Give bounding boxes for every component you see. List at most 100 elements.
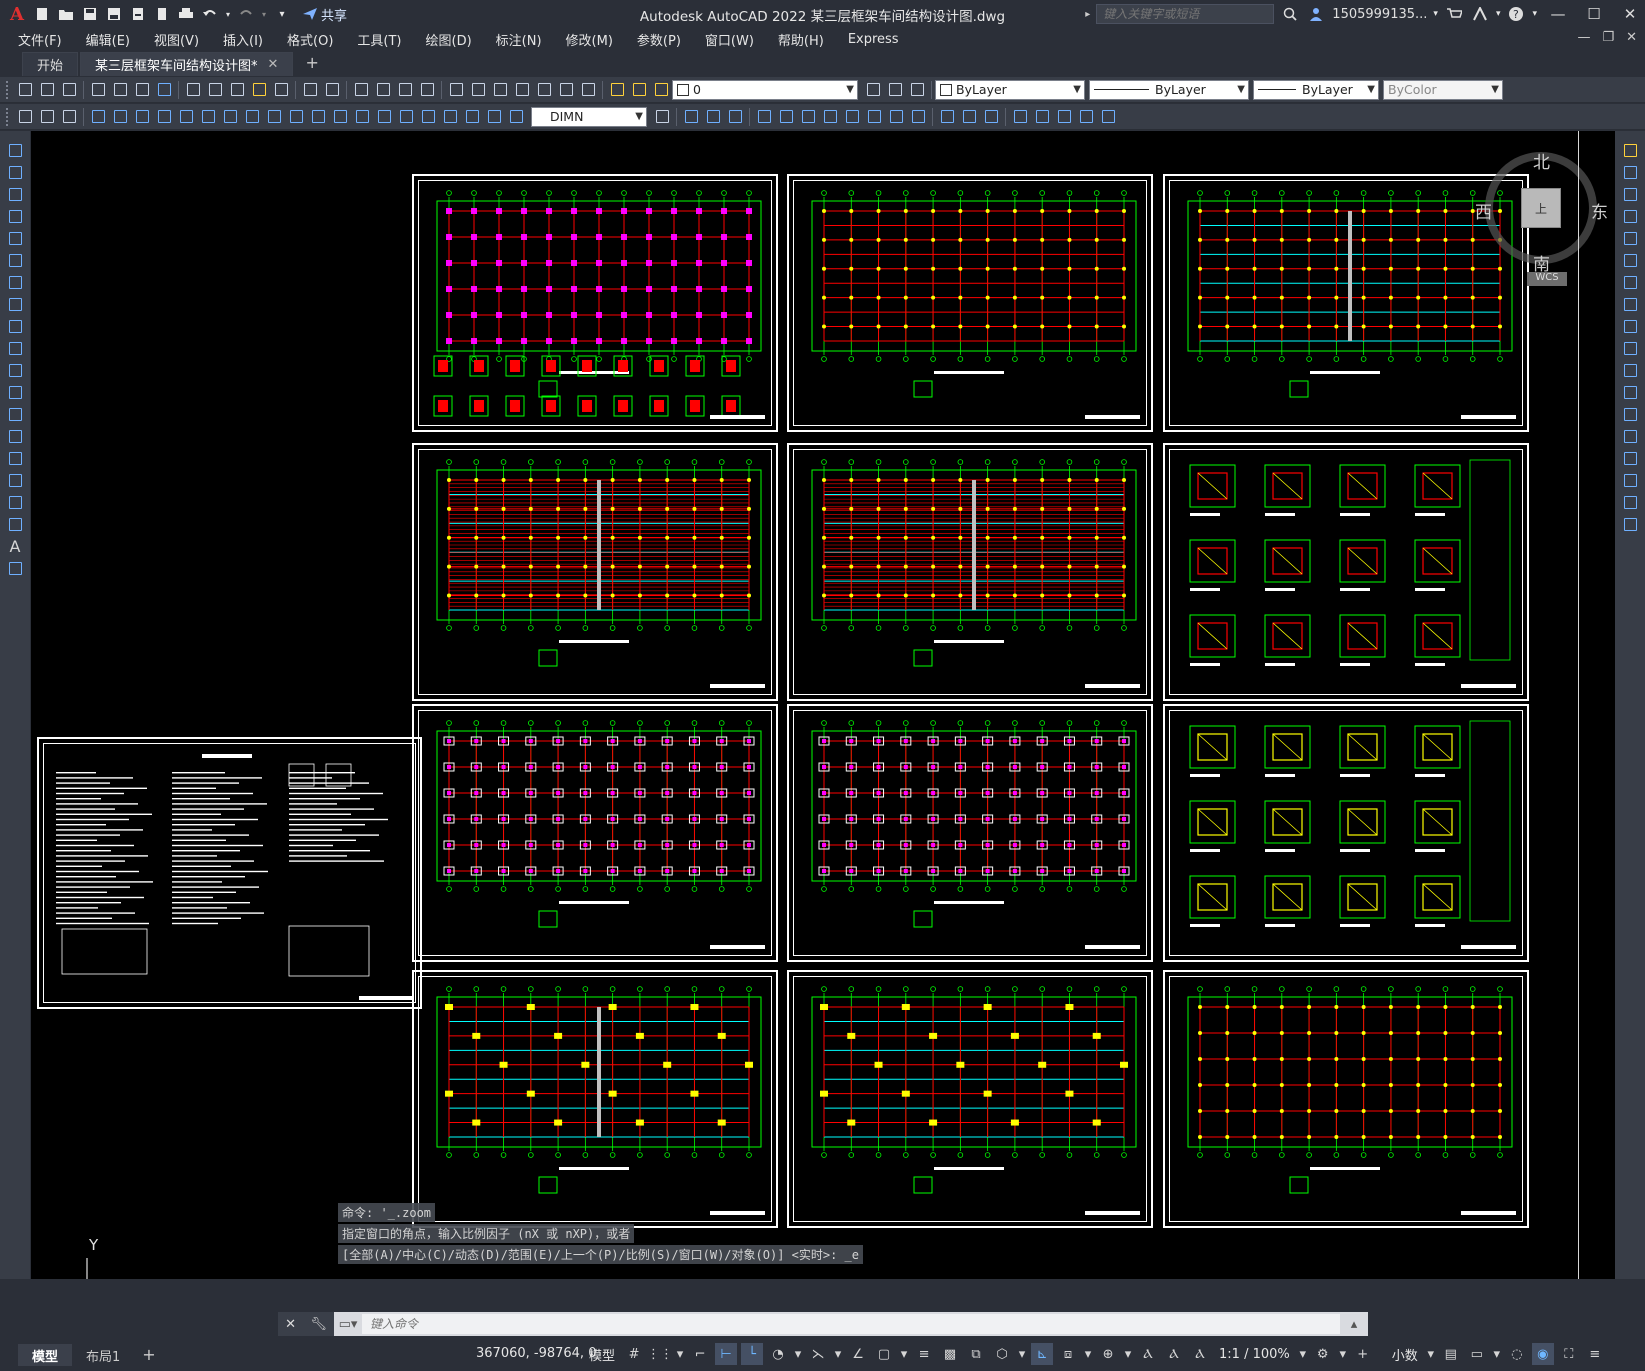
dim-space-icon[interactable] (330, 107, 350, 127)
dim-jogged-icon[interactable] (198, 107, 218, 127)
maximize-button[interactable]: ☐ (1579, 5, 1609, 23)
isodraft-dropdown-icon[interactable]: ▾ (833, 1343, 843, 1365)
rectangle-icon[interactable] (5, 228, 25, 248)
blend-icon[interactable] (1032, 107, 1052, 127)
qnew-icon[interactable] (15, 80, 35, 100)
polygon-icon[interactable] (5, 206, 25, 226)
drawing-sheet[interactable] (787, 174, 1153, 432)
help-icon[interactable]: ? (1506, 4, 1526, 24)
copy-icon[interactable] (205, 80, 225, 100)
right-trim-icon[interactable] (1620, 338, 1640, 358)
extend-icon[interactable] (908, 107, 928, 127)
dimstyle-manager-icon[interactable] (652, 107, 672, 127)
print-icon[interactable] (176, 4, 196, 24)
copy-object-icon[interactable] (703, 107, 723, 127)
3d-osnap-dropdown-icon[interactable]: ▾ (1017, 1343, 1027, 1365)
drawing-sheet[interactable] (412, 443, 778, 701)
layer-freeze-icon[interactable] (629, 80, 649, 100)
polar-icon[interactable]: ◔ (767, 1343, 789, 1365)
trim-icon[interactable] (886, 107, 906, 127)
model-space-toggle[interactable]: 模型 (585, 1345, 619, 1364)
layer-combo[interactable]: 0 ▼ (672, 79, 858, 100)
properties-icon[interactable] (446, 80, 466, 100)
explode-icon[interactable] (1054, 107, 1074, 127)
drawing-sheet[interactable] (412, 704, 778, 962)
plotstyle-combo[interactable]: ByColor ▼ (1383, 79, 1503, 100)
customization-icon[interactable]: ≡ (1584, 1343, 1606, 1365)
menu-draw[interactable]: 绘图(D) (426, 30, 472, 49)
menu-format[interactable]: 格式(O) (287, 30, 333, 49)
toolpalettes-icon[interactable] (490, 80, 510, 100)
close-button[interactable]: ✕ (1615, 5, 1645, 23)
ortho-icon[interactable]: └ (741, 1343, 764, 1365)
menu-help[interactable]: 帮助(H) (778, 30, 824, 49)
grid-icon[interactable]: # (623, 1343, 645, 1365)
ucs-menu[interactable]: WCS (1527, 272, 1567, 286)
menu-dimension[interactable]: 标注(N) (496, 30, 542, 49)
tab-start[interactable]: 开始 (22, 52, 79, 76)
toolbar-grip[interactable] (6, 107, 10, 126)
lock-ui-icon[interactable]: ▭ (1466, 1343, 1488, 1365)
right-copy-icon[interactable] (1620, 162, 1640, 182)
menu-tools[interactable]: 工具(T) (357, 30, 401, 49)
model-space-canvas[interactable]: 北 南 东 西 上 WCS Y X (31, 131, 1615, 1279)
autodesk-a360-icon[interactable] (1470, 4, 1490, 24)
save-icon[interactable] (80, 4, 100, 24)
toolbar-grip[interactable] (6, 80, 10, 99)
minimize-button[interactable]: — (1543, 5, 1573, 23)
jogged-linear-icon[interactable] (440, 107, 460, 127)
publish-icon[interactable] (128, 4, 148, 24)
right-move-icon[interactable] (1620, 250, 1640, 270)
toolbar-undo-icon[interactable] (300, 80, 320, 100)
command-close-icon[interactable]: ✕ (285, 1317, 296, 1332)
table-icon[interactable] (5, 514, 25, 534)
drawing-sheet-design-notes[interactable] (37, 737, 422, 1009)
make-current-icon[interactable] (885, 80, 905, 100)
layout-tab-model[interactable]: 模型 (18, 1343, 73, 1366)
break-icon[interactable] (937, 107, 957, 127)
tb2-tool-1-icon[interactable] (15, 107, 35, 127)
color-combo[interactable]: ByLayer ▼ (935, 79, 1085, 100)
right-explode-icon[interactable] (1620, 514, 1640, 534)
dim-arc-icon[interactable] (132, 107, 152, 127)
selection-filter-dropdown-icon[interactable]: ▾ (1083, 1343, 1093, 1365)
dim-ordinate-icon[interactable] (154, 107, 174, 127)
help-dropdown-icon[interactable]: ▾ (1532, 9, 1537, 19)
dimstyle-combo[interactable]: DIMN ▼ (531, 106, 647, 127)
3d-osnap-icon[interactable]: ⬡ (991, 1343, 1013, 1365)
search-expand-icon[interactable]: ▸ (1085, 9, 1090, 20)
tolerance-icon[interactable] (374, 107, 394, 127)
insert-block-icon[interactable] (5, 382, 25, 402)
construction-line-icon[interactable] (5, 162, 25, 182)
annotation-visibility-icon[interactable]: Ⲁ (1137, 1343, 1159, 1365)
chamfer-icon[interactable] (981, 107, 1001, 127)
designcenter-icon[interactable] (468, 80, 488, 100)
new-tab-button[interactable]: + (295, 53, 328, 76)
publish-toolbar-icon[interactable] (132, 80, 152, 100)
snap-icon[interactable]: ⋮⋮ (647, 1343, 673, 1365)
annotation-monitor-icon[interactable]: + (1352, 1343, 1374, 1365)
plot-icon[interactable] (88, 80, 108, 100)
make-block-icon[interactable] (5, 404, 25, 424)
erase-icon[interactable] (681, 107, 701, 127)
plot-preview-icon[interactable] (152, 4, 172, 24)
dim-break-icon[interactable] (352, 107, 372, 127)
arc-icon[interactable] (5, 250, 25, 270)
mirror-icon[interactable] (725, 107, 745, 127)
doc-minimize-button[interactable]: — (1577, 30, 1590, 45)
right-break-icon[interactable] (1620, 404, 1640, 424)
right-erase-icon[interactable] (1620, 140, 1640, 160)
dynamic-ucs-icon[interactable]: ⊾ (1031, 1343, 1054, 1365)
layer-on-icon[interactable] (607, 80, 627, 100)
toolbar-help-icon[interactable] (578, 80, 598, 100)
toolbar-redo-icon[interactable] (322, 80, 342, 100)
search-icon[interactable] (1280, 4, 1300, 24)
dim-edit-icon[interactable] (462, 107, 482, 127)
stretch-icon[interactable] (864, 107, 884, 127)
command-recent-icon[interactable]: ▭▾ (334, 1317, 362, 1332)
redo-dropdown-icon[interactable]: ▾ (260, 4, 268, 24)
cut-icon[interactable] (183, 80, 203, 100)
3dpublish-icon[interactable] (154, 80, 174, 100)
drawing-sheet[interactable] (787, 443, 1153, 701)
drawing-sheet[interactable] (412, 174, 778, 432)
